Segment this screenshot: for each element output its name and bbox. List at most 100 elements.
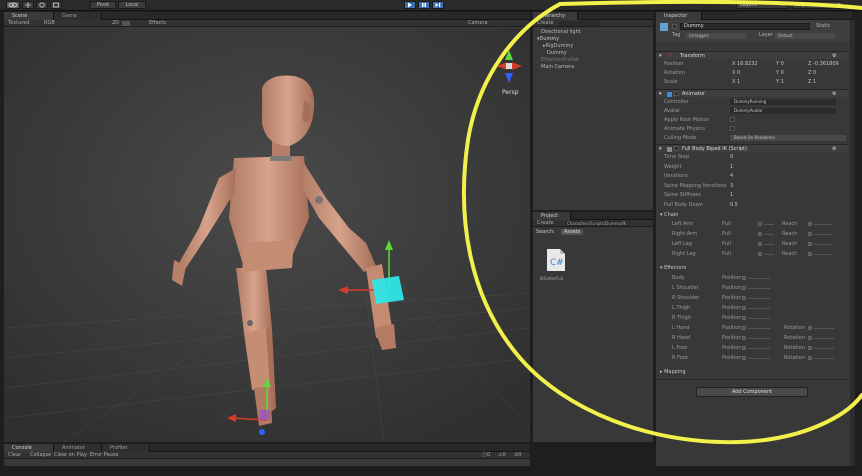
position-weight-track[interactable] <box>748 338 770 339</box>
effector-handle-cube[interactable] <box>372 276 404 304</box>
camera-dropdown[interactable]: Camera <box>468 20 488 27</box>
rotation-x[interactable]: X 0 <box>732 69 740 77</box>
tab-console[interactable]: Console <box>4 444 54 452</box>
rotation-y[interactable]: Y 0 <box>776 69 784 77</box>
error-count-icon[interactable]: ⊘0 <box>514 452 521 459</box>
active-checkbox[interactable] <box>672 24 677 29</box>
reach-slider-track[interactable] <box>814 224 832 225</box>
tab-project[interactable]: Project <box>533 212 571 220</box>
pull-slider-track[interactable] <box>764 254 774 255</box>
mode-2d-toggle[interactable]: 2D <box>112 20 119 27</box>
tab-animator[interactable]: Animator <box>54 444 102 452</box>
project-create-dropdown[interactable]: Create <box>537 220 554 227</box>
animator-header[interactable]: ▾ Animator ⚙ <box>656 89 848 97</box>
scale-x[interactable]: X 1 <box>732 78 740 86</box>
apply-root-motion-checkbox[interactable] <box>730 117 735 122</box>
fbbik-enabled-checkbox[interactable] <box>674 146 679 151</box>
reach-slider-track[interactable] <box>814 244 832 245</box>
gear-icon[interactable]: ⚙ <box>832 52 836 60</box>
rotation-weight-track[interactable] <box>814 348 834 349</box>
rotate-tool-button[interactable] <box>36 1 48 9</box>
shading-mode-dropdown[interactable]: Textured <box>8 20 29 27</box>
gear-icon[interactable]: ⚙ <box>832 145 836 153</box>
hierarchy-item[interactable]: Main Camera <box>541 63 574 71</box>
position-weight-knob[interactable] <box>742 296 746 300</box>
rotation-weight-knob[interactable] <box>808 336 812 340</box>
reach-slider-knob[interactable] <box>808 222 812 226</box>
position-x[interactable]: X 16.8232 <box>732 60 758 68</box>
scale-z[interactable]: Z 1 <box>808 78 816 86</box>
fbbik-field-value[interactable]: 3 <box>730 182 733 190</box>
hand-tool-button[interactable] <box>6 1 20 9</box>
avatar-field[interactable]: DummyAvatar <box>730 108 836 114</box>
fbbik-field-value[interactable]: 1 <box>730 163 733 171</box>
position-weight-knob[interactable] <box>742 306 746 310</box>
rotation-weight-track[interactable] <box>814 328 834 329</box>
position-weight-knob[interactable] <box>742 356 746 360</box>
position-weight-track[interactable] <box>748 328 770 329</box>
tab-inspector[interactable]: Inspector <box>656 12 702 20</box>
fbbik-field-value[interactable]: 0.5 <box>730 201 738 209</box>
step-button[interactable] <box>432 1 444 9</box>
pull-slider-knob[interactable] <box>758 232 762 236</box>
warning-count-icon[interactable]: ⚠0 <box>498 452 506 459</box>
rotation-weight-knob[interactable] <box>808 346 812 350</box>
position-weight-track[interactable] <box>748 318 770 319</box>
reach-slider-track[interactable] <box>814 234 832 235</box>
scene-viewport[interactable]: Persp <box>4 28 530 442</box>
rgb-dropdown[interactable]: RGB <box>44 20 55 27</box>
clear-on-play-toggle[interactable]: Clear on Play <box>54 452 87 459</box>
position-weight-knob[interactable] <box>742 336 746 340</box>
pull-slider-knob[interactable] <box>758 242 762 246</box>
pull-slider-knob[interactable] <box>758 222 762 226</box>
pull-slider-track[interactable] <box>764 234 774 235</box>
clear-button[interactable]: Clear <box>8 452 21 459</box>
reach-slider-knob[interactable] <box>808 242 812 246</box>
mapping-foldout[interactable]: ▸ Mapping <box>660 368 686 376</box>
effectors-foldout[interactable]: ▾ Effectors <box>660 264 686 272</box>
pivot-toggle[interactable]: Pivot <box>90 1 116 9</box>
position-weight-knob[interactable] <box>742 276 746 280</box>
tab-profiler[interactable]: Profiler <box>102 444 150 452</box>
reach-slider-track[interactable] <box>814 254 832 255</box>
position-weight-knob[interactable] <box>742 326 746 330</box>
assets-filter-chip[interactable]: Assets <box>561 229 584 235</box>
fbbik-field-value[interactable]: 4 <box>730 172 733 180</box>
layout-dropdown[interactable]: Layout ▾ <box>792 1 844 9</box>
rotation-z[interactable]: Z 0 <box>808 69 816 77</box>
scale-tool-button[interactable] <box>50 1 62 9</box>
hierarchy-search-input[interactable] <box>559 21 599 26</box>
animate-physics-checkbox[interactable] <box>730 126 735 131</box>
gear-icon[interactable]: ⚙ <box>832 90 836 98</box>
position-weight-track[interactable] <box>748 348 770 349</box>
transform-header[interactable]: ▾ ⤧ Transform ⚙ <box>656 51 848 59</box>
rotation-weight-knob[interactable] <box>808 326 812 330</box>
project-search-input[interactable]: Characters/Scripts/Dummy/IK <box>565 221 627 226</box>
script-asset[interactable]: C# <box>545 248 571 276</box>
static-toggle[interactable]: Static <box>816 23 830 29</box>
lighting-toggle[interactable] <box>122 21 130 26</box>
scale-y[interactable]: Y 1 <box>776 78 784 86</box>
tab-hierarchy[interactable]: Hierarchy <box>533 12 578 20</box>
reach-slider-knob[interactable] <box>808 232 812 236</box>
position-weight-knob[interactable] <box>742 286 746 290</box>
tab-game[interactable]: Game <box>54 12 102 20</box>
play-button[interactable] <box>404 1 416 9</box>
animator-enabled-checkbox[interactable] <box>674 91 679 96</box>
chain-foldout[interactable]: ▾ Chain <box>660 211 678 219</box>
reach-slider-knob[interactable] <box>808 252 812 256</box>
fbbik-header[interactable]: ▾ Full Body Biped IK (Script) ⚙ <box>656 144 848 152</box>
position-weight-track[interactable] <box>748 278 770 279</box>
position-weight-track[interactable] <box>748 358 770 359</box>
pull-slider-track[interactable] <box>764 224 774 225</box>
error-pause-toggle[interactable]: Error Pause <box>90 452 118 459</box>
inspector-scrollbar[interactable] <box>850 20 855 466</box>
pull-slider-track[interactable] <box>764 244 774 245</box>
rotation-weight-track[interactable] <box>814 358 834 359</box>
position-weight-knob[interactable] <box>742 316 746 320</box>
add-component-button[interactable]: Add Component <box>696 387 808 397</box>
position-weight-track[interactable] <box>748 298 770 299</box>
controller-field[interactable]: DummyRunning <box>730 99 836 105</box>
position-z[interactable]: Z -0.361809 <box>808 60 839 68</box>
fbbik-field-value[interactable]: 0 <box>730 153 733 161</box>
